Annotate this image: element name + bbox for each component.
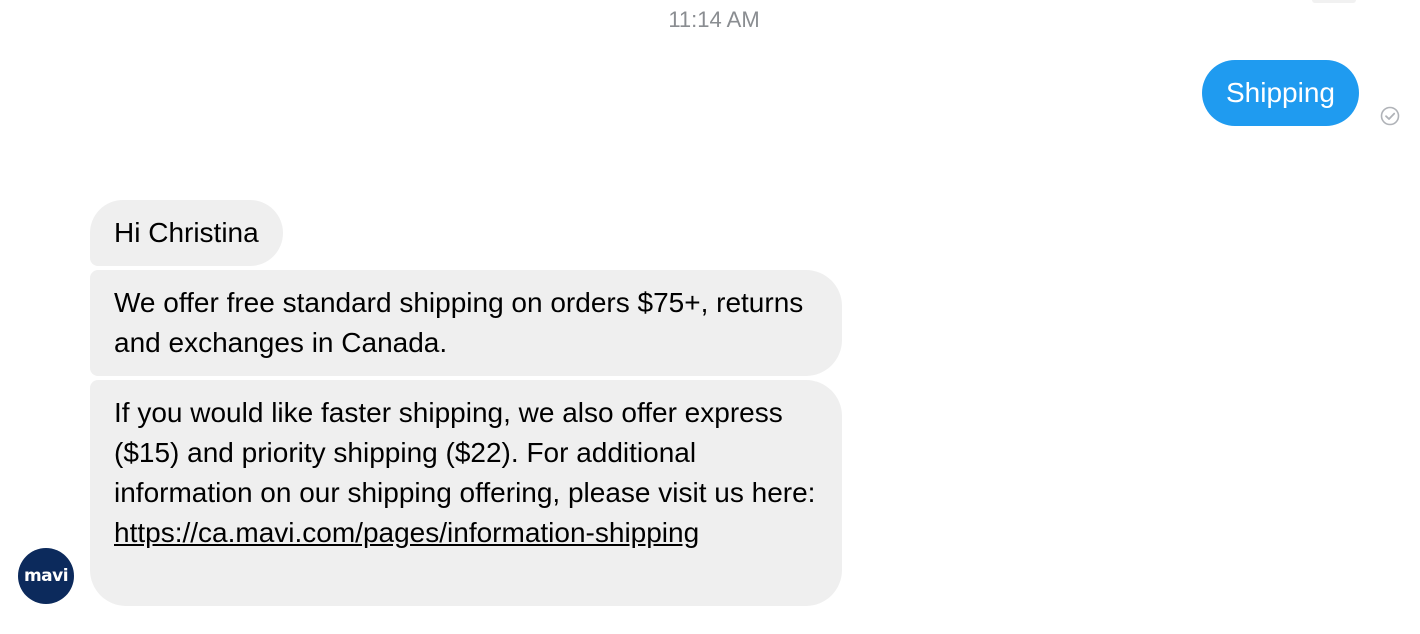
received-message-greeting[interactable]: Hi Christina xyxy=(90,200,283,266)
faster-shipping-text: If you would like faster shipping, we al… xyxy=(114,397,816,508)
shipping-info-link[interactable]: https://ca.mavi.com/pages/information-sh… xyxy=(114,517,699,548)
received-message-free-shipping[interactable]: We offer free standard shipping on order… xyxy=(90,270,842,376)
avatar-logo-text: mavi xyxy=(23,566,69,586)
sent-message-bubble[interactable]: Shipping xyxy=(1202,60,1359,126)
received-message-faster-shipping[interactable]: If you would like faster shipping, we al… xyxy=(90,380,842,606)
top-edge-divider xyxy=(1312,0,1356,3)
bot-avatar[interactable]: mavi xyxy=(18,548,74,604)
seen-check-icon xyxy=(1380,106,1400,126)
message-timestamp: 11:14 AM xyxy=(668,7,760,32)
